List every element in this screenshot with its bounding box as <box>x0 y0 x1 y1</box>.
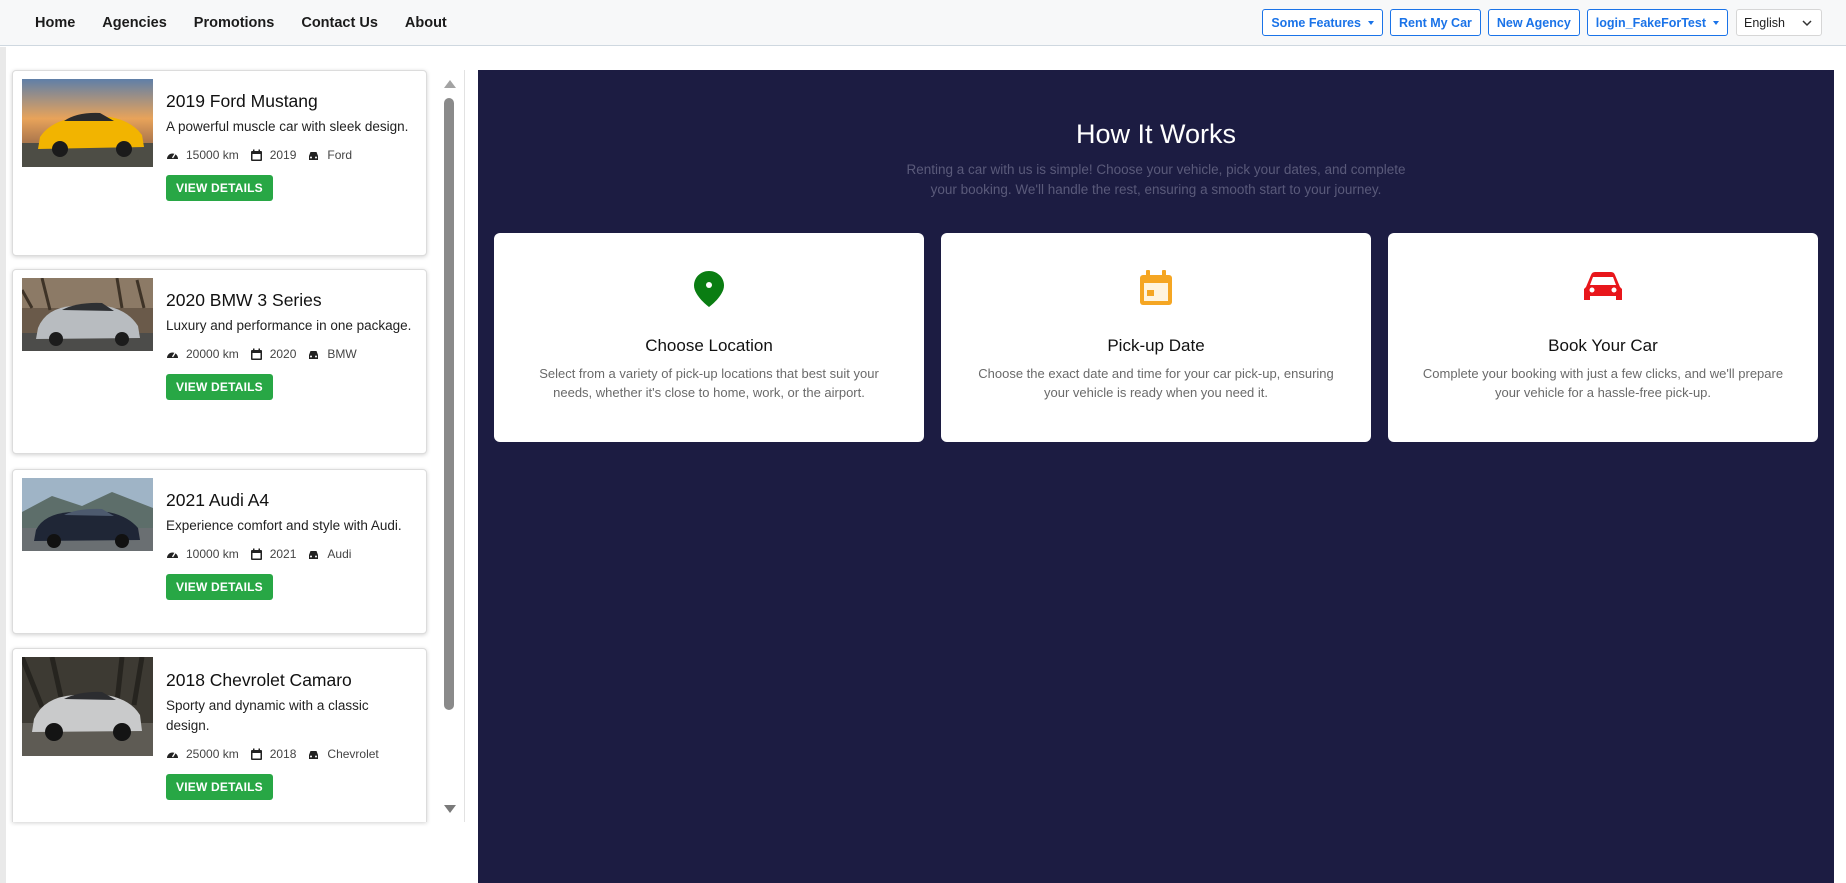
view-details-button[interactable]: VIEW DETAILS <box>166 574 273 600</box>
panel-divider <box>464 70 465 822</box>
car-specs: 25000 km 2018 Chevrolet <box>166 746 414 762</box>
how-it-works-section: How It Works Renting a car with us is si… <box>478 70 1834 883</box>
car-title: 2019 Ford Mustang <box>166 91 318 111</box>
features-dropdown-label: Some Features <box>1271 15 1361 30</box>
car-specs: 10000 km 2021 Audi <box>166 546 414 562</box>
nav-link-contact-us[interactable]: Contact Us <box>301 15 378 31</box>
view-details-button[interactable]: VIEW DETAILS <box>166 774 273 800</box>
car-year: 2021 <box>269 547 297 561</box>
caret-down-icon <box>1367 20 1374 25</box>
step-description: Complete your booking with just a few cl… <box>1422 366 1784 400</box>
calendar-icon <box>941 269 1371 307</box>
nav-link-about[interactable]: About <box>405 15 447 31</box>
map-pin-icon <box>494 269 924 309</box>
car-brand: Ford <box>327 148 353 162</box>
speedometer-icon <box>166 548 179 561</box>
car-image-ford-mustang <box>22 79 153 167</box>
chevron-down-icon <box>1802 16 1812 30</box>
car-icon <box>307 348 320 361</box>
calendar-icon <box>250 748 263 761</box>
car-brand: Chevrolet <box>327 747 379 761</box>
section-subtitle: Renting a car with us is simple! Choose … <box>906 162 1406 197</box>
car-card: 2021 Audi A4 Experience comfort and styl… <box>12 469 427 634</box>
rent-my-car-button[interactable]: Rent My Car <box>1389 9 1481 36</box>
step-title: Book Your Car <box>1548 336 1658 355</box>
car-info: 2021 Audi A4 Experience comfort and styl… <box>166 489 414 600</box>
step-title: Pick-up Date <box>1107 336 1205 355</box>
speedometer-icon <box>166 748 179 761</box>
view-details-button[interactable]: VIEW DETAILS <box>166 374 273 400</box>
car-icon <box>1388 269 1818 305</box>
car-brand: Audi <box>327 547 352 561</box>
calendar-icon <box>250 548 263 561</box>
step-card-book-your-car: Book Your Car Complete your booking with… <box>1388 233 1818 442</box>
car-description: Luxury and performance in one package. <box>166 318 412 333</box>
car-card: 2019 Ford Mustang A powerful muscle car … <box>12 70 427 256</box>
car-card: 2020 BMW 3 Series Luxury and performance… <box>12 269 427 454</box>
car-description: Sporty and dynamic with a classic design… <box>166 698 369 733</box>
car-list-scrollbar[interactable] <box>442 75 457 820</box>
scroll-down-arrow-icon[interactable] <box>444 805 456 813</box>
features-dropdown-button[interactable]: Some Features <box>1262 9 1383 36</box>
car-info: 2018 Chevrolet Camaro Sporty and dynamic… <box>166 669 414 800</box>
calendar-icon <box>250 348 263 361</box>
nav-link-home[interactable]: Home <box>35 15 75 31</box>
language-select-value: English <box>1744 15 1785 30</box>
car-year: 2019 <box>269 148 297 162</box>
car-mileage: 10000 km <box>186 547 239 561</box>
nav-links: Home Agencies Promotions Contact Us Abou… <box>35 15 474 31</box>
car-mileage: 25000 km <box>186 747 239 761</box>
step-card-pick-up-date: Pick-up Date Choose the exact date and t… <box>941 233 1371 442</box>
car-description: Experience comfort and style with Audi. <box>166 518 402 533</box>
calendar-icon <box>250 149 263 162</box>
new-agency-button[interactable]: New Agency <box>1487 9 1580 36</box>
car-description: A powerful muscle car with sleek design. <box>166 119 409 134</box>
step-description: Choose the exact date and time for your … <box>978 366 1334 400</box>
nav-link-agencies[interactable]: Agencies <box>102 15 166 31</box>
car-mileage: 15000 km <box>186 148 239 162</box>
car-icon <box>307 548 320 561</box>
car-image-bmw-3-series <box>22 278 153 351</box>
language-select[interactable]: English <box>1736 9 1822 36</box>
car-title: 2018 Chevrolet Camaro <box>166 670 352 690</box>
top-navbar: Home Agencies Promotions Contact Us Abou… <box>0 0 1846 46</box>
speedometer-icon <box>166 348 179 361</box>
scroll-up-arrow-icon[interactable] <box>444 80 456 88</box>
step-title: Choose Location <box>645 336 773 355</box>
step-card-choose-location: Choose Location Select from a variety of… <box>494 233 924 442</box>
speedometer-icon <box>166 149 179 162</box>
left-edge-bar <box>0 47 6 883</box>
car-image-chevrolet-camaro <box>22 657 153 756</box>
car-card: 2018 Chevrolet Camaro Sporty and dynamic… <box>12 648 427 822</box>
view-details-button[interactable]: VIEW DETAILS <box>166 175 273 201</box>
nav-link-promotions[interactable]: Promotions <box>194 15 275 31</box>
car-title: 2020 BMW 3 Series <box>166 290 322 310</box>
car-info: 2020 BMW 3 Series Luxury and performance… <box>166 289 414 400</box>
car-specs: 20000 km 2020 BMW <box>166 346 414 362</box>
car-brand: BMW <box>327 347 357 361</box>
nav-actions: Some Features Rent My Car New Agency log… <box>1255 9 1822 36</box>
account-dropdown-label: login_FakeForTest <box>1595 15 1706 30</box>
car-icon <box>307 149 320 162</box>
car-icon <box>307 748 320 761</box>
car-title: 2021 Audi A4 <box>166 490 270 510</box>
car-mileage: 20000 km <box>186 347 239 361</box>
car-year: 2020 <box>269 347 297 361</box>
step-description: Select from a variety of pick-up locatio… <box>539 366 879 400</box>
car-image-audi-a4 <box>22 478 153 551</box>
section-title: How It Works <box>1075 119 1237 149</box>
caret-down-icon <box>1713 20 1719 25</box>
account-dropdown-button[interactable]: login_FakeForTest <box>1586 9 1728 36</box>
car-specs: 15000 km 2019 Ford <box>166 147 414 163</box>
scrollbar-thumb[interactable] <box>444 98 454 710</box>
car-info: 2019 Ford Mustang A powerful muscle car … <box>166 90 414 201</box>
car-year: 2018 <box>269 747 297 761</box>
